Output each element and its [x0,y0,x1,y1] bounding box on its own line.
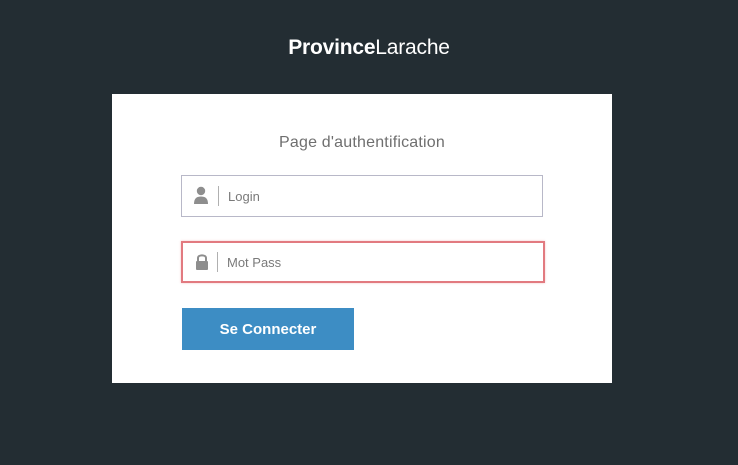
password-field-separator [217,252,218,272]
user-icon [192,176,210,216]
brand-logo: ProvinceLarache [0,35,738,61]
password-field[interactable] [181,241,545,283]
login-page: ProvinceLarache Page d'authentification [0,0,738,465]
login-input[interactable] [228,176,528,216]
login-card: Page d'authentification Se Connecter [112,94,612,383]
page-title: Page d'authentification [279,134,445,151]
login-field-separator [218,186,219,206]
login-field[interactable] [181,175,543,217]
password-input[interactable] [227,243,527,281]
login-button[interactable]: Se Connecter [182,308,354,350]
brand-name-bold: Province [288,36,376,59]
brand-name-light: Larache [375,36,450,59]
lock-icon [193,243,211,281]
